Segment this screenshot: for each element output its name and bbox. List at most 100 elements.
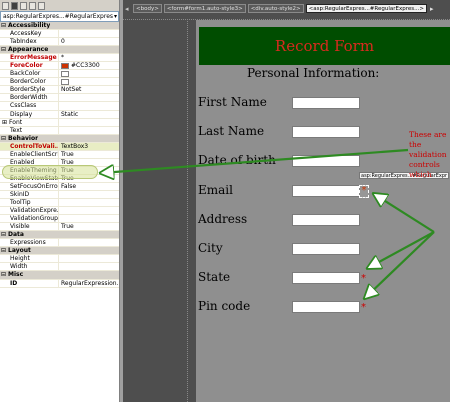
text-input[interactable] <box>292 272 360 284</box>
property-row[interactable]: ErrorMessage * <box>0 54 119 63</box>
property-row[interactable]: Font <box>0 118 119 127</box>
property-row[interactable]: Height <box>0 255 119 264</box>
property-value[interactable] <box>59 70 119 77</box>
property-row[interactable]: Enabled True <box>0 158 119 167</box>
property-value[interactable] <box>59 127 119 134</box>
property-value[interactable] <box>59 119 119 126</box>
property-value-text: True <box>61 223 74 231</box>
property-value[interactable] <box>59 191 119 198</box>
property-category[interactable]: Appearance <box>0 46 119 55</box>
validator-star[interactable]: * <box>361 274 366 284</box>
property-value[interactable] <box>59 30 119 37</box>
property-row[interactable]: Display Static <box>0 110 119 119</box>
property-value[interactable] <box>59 215 119 222</box>
property-row[interactable]: ID RegularExpression... <box>0 279 119 288</box>
property-row[interactable]: SetFocusOnError False <box>0 182 119 191</box>
property-value[interactable]: #CC3300 <box>59 62 119 69</box>
categorized-icon[interactable] <box>2 1 9 10</box>
properties-icon[interactable] <box>20 1 27 10</box>
text-input[interactable] <box>292 185 360 197</box>
category-label: Appearance <box>0 46 48 53</box>
text-input[interactable] <box>292 126 360 138</box>
text-input[interactable] <box>292 301 360 313</box>
alphabetical-icon[interactable] <box>11 1 18 10</box>
property-value[interactable] <box>59 255 119 262</box>
property-category[interactable]: Accessibility <box>0 22 119 31</box>
category-label: Misc <box>0 271 23 278</box>
property-value[interactable]: TextBox3 <box>59 143 119 150</box>
property-value[interactable]: NotSet <box>59 86 119 93</box>
property-row[interactable]: CssClass <box>0 102 119 111</box>
tag-breadcrumb: ◂ <body> <form#form1.auto-style3> <div.a… <box>123 3 450 14</box>
property-value[interactable]: True <box>59 151 119 158</box>
property-value-text: * <box>61 54 64 62</box>
property-value[interactable]: True <box>59 159 119 166</box>
property-row[interactable]: BorderStyle NotSet <box>0 86 119 95</box>
breadcrumb-validator[interactable]: <asp:RegularExpres...#RegularExpres...> <box>305 4 427 13</box>
property-value[interactable]: Static <box>59 111 119 118</box>
property-value[interactable] <box>59 78 119 85</box>
validator-star[interactable]: * <box>359 185 369 198</box>
property-row[interactable]: ControlToVali... TextBox3 <box>0 142 119 151</box>
property-category[interactable]: Data <box>0 231 119 240</box>
property-row[interactable]: BorderWidth <box>0 94 119 103</box>
property-value[interactable] <box>59 207 119 214</box>
property-value[interactable]: 0 <box>59 38 119 45</box>
text-input[interactable] <box>292 214 360 226</box>
validator-star[interactable]: * <box>361 303 366 313</box>
breadcrumb-body[interactable]: <body> <box>133 4 162 13</box>
property-row[interactable]: AccessKey <box>0 30 119 39</box>
breadcrumb-back-icon[interactable]: ◂ <box>125 5 131 13</box>
color-swatch <box>61 78 69 85</box>
property-value[interactable] <box>59 102 119 109</box>
property-value[interactable]: True <box>59 167 119 174</box>
property-value[interactable] <box>59 199 119 206</box>
object-selector[interactable]: asp:RegularExpres...#RegularExpres <box>0 11 119 22</box>
field-label: Last Name <box>198 124 265 138</box>
property-category[interactable]: Misc <box>0 271 119 280</box>
property-row[interactable]: ForeColor #CC3300 <box>0 62 119 71</box>
property-row[interactable]: Expressions <box>0 239 119 248</box>
property-value[interactable]: * <box>59 54 119 61</box>
property-category[interactable]: Behavior <box>0 134 119 143</box>
property-value[interactable]: True <box>59 223 119 230</box>
property-value-text: #CC3300 <box>71 62 100 70</box>
property-category[interactable]: Layout <box>0 247 119 256</box>
property-row[interactable]: EnableTheming True <box>0 166 119 175</box>
text-input[interactable] <box>292 97 360 109</box>
property-name: ForeColor <box>0 62 59 70</box>
text-input[interactable] <box>292 243 360 255</box>
property-row[interactable]: ToolTip <box>0 199 119 208</box>
property-row[interactable]: BackColor <box>0 70 119 79</box>
property-row[interactable]: Width <box>0 263 119 272</box>
property-name: AccessKey <box>0 30 59 38</box>
category-label: Accessibility <box>0 22 50 29</box>
property-value[interactable] <box>59 263 119 270</box>
property-row[interactable]: TabIndex 0 <box>0 38 119 47</box>
breadcrumb-div[interactable]: <div.auto-style2> <box>247 4 304 13</box>
property-row[interactable]: SkinID <box>0 190 119 200</box>
property-row[interactable]: Text <box>0 126 119 135</box>
category-label: Behavior <box>0 135 38 142</box>
property-value[interactable]: False <box>59 183 119 190</box>
breadcrumb-forward-icon[interactable]: ▸ <box>430 5 434 13</box>
property-row[interactable]: ValidationGroup <box>0 215 119 224</box>
form-title: Record Form <box>199 27 450 65</box>
property-row[interactable]: EnableViewState True <box>0 174 119 183</box>
property-value[interactable] <box>59 94 119 101</box>
property-value-text: RegularExpression... <box>61 279 119 287</box>
text-input[interactable] <box>292 155 360 167</box>
property-row[interactable]: ValidationExpre... <box>0 207 119 216</box>
property-value[interactable]: RegularExpression... <box>59 280 119 287</box>
property-row[interactable]: EnableClientScriptTrue <box>0 150 119 159</box>
property-name: Display <box>0 110 59 118</box>
property-name: Text <box>0 126 59 134</box>
breadcrumb-form[interactable]: <form#form1.auto-style3> <box>163 4 246 13</box>
property-name: EnableClientScript <box>0 150 59 158</box>
property-value[interactable]: True <box>59 175 119 182</box>
events-icon[interactable] <box>29 1 36 10</box>
property-row[interactable]: Visible True <box>0 223 119 232</box>
property-pages-icon[interactable] <box>38 1 45 10</box>
property-value[interactable] <box>59 239 119 246</box>
property-row[interactable]: BorderColor <box>0 78 119 87</box>
